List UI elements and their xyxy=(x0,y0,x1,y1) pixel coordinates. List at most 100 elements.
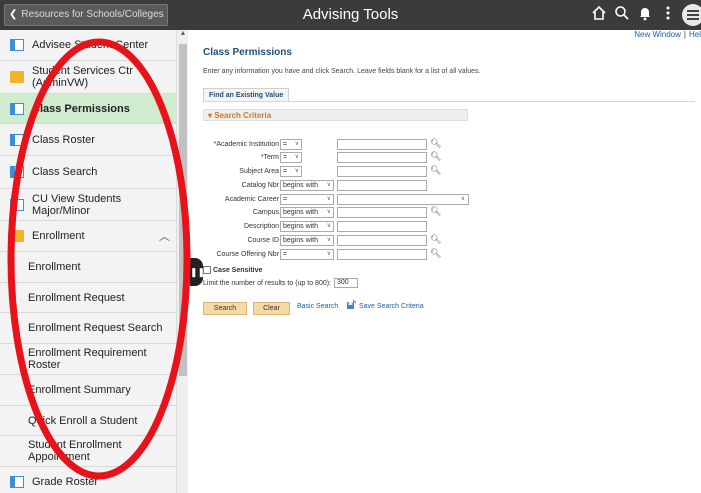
operator-select[interactable]: begins with ∨ xyxy=(280,207,334,218)
criteria-label: Campus xyxy=(252,209,279,216)
case-sensitive-label: Case Sensitive xyxy=(213,266,263,274)
sidebar-item-label: Class Search xyxy=(32,166,98,178)
sidebar-item-class-permissions[interactable]: Class Permissions xyxy=(0,94,176,124)
limit-results-label: Limit the number of results to (up to 80… xyxy=(203,279,332,287)
operator-select[interactable]: begins with ∨ xyxy=(280,221,334,232)
sidebar-item-enrollment-summary[interactable]: Enrollment Summary xyxy=(0,375,176,406)
page-icon xyxy=(10,198,24,211)
page-icon xyxy=(10,102,24,115)
sidebar-item-grade-roster[interactable]: Grade Roster xyxy=(0,467,176,493)
criteria-label: Academic Career xyxy=(224,196,279,203)
help-link[interactable]: Hel xyxy=(689,30,701,39)
course-offering-nbr-input[interactable] xyxy=(337,249,427,260)
collapse-sidebar-button[interactable]: ❚❚ xyxy=(190,258,205,286)
operator-select[interactable]: = ∨ xyxy=(280,139,302,150)
back-button-label: Resources for Schools/Colleges xyxy=(21,9,164,20)
operator-select[interactable]: = ∨ xyxy=(280,152,302,163)
sidebar-item-label: Student Enrollment Appointment xyxy=(28,439,122,463)
case-sensitive-checkbox[interactable] xyxy=(203,266,211,274)
sidebar-item-label: Enrollment Request xyxy=(28,291,125,304)
menu-icon[interactable] xyxy=(682,4,701,26)
lookup-icon[interactable]: 🔍︎ xyxy=(430,206,441,217)
limit-results-row: Limit the number of results to (up to 80… xyxy=(203,278,359,288)
term-input[interactable] xyxy=(337,152,427,163)
academic-institution-input[interactable] xyxy=(337,139,427,150)
operator-select[interactable]: = ∨ xyxy=(280,194,334,205)
header-links: New Window | Hel xyxy=(634,30,701,39)
basic-search-link[interactable]: Basic Search xyxy=(297,303,338,310)
criteria-label: Subject Area xyxy=(239,168,279,175)
operator-select[interactable]: begins with ∨ xyxy=(280,235,334,246)
chevron-left-icon: ❮ xyxy=(9,9,18,20)
sidebar-item-enrollment-request-search[interactable]: Enrollment Request Search xyxy=(0,313,176,344)
lookup-icon[interactable]: 🔍︎ xyxy=(430,234,441,245)
sidebar-item-label: Enrollment Summary xyxy=(28,384,131,396)
sidebar-item-label: Quick Enroll a Student xyxy=(28,414,138,427)
triangle-down-icon: ▾ xyxy=(208,111,213,120)
sidebar-item-label: Enrollment xyxy=(32,230,85,242)
criteria-label: *Term xyxy=(260,154,279,161)
search-criteria-label: Search Criteria xyxy=(214,111,272,120)
page-icon xyxy=(10,475,24,488)
catalog-nbr-input[interactable] xyxy=(337,180,427,191)
sidebar-item-cu-view-students-major-minor[interactable]: CU View Students Major/Minor xyxy=(0,189,176,221)
sidebar-item-student-services-ctr[interactable]: Student Services Ctr (AdminVW) xyxy=(0,61,176,94)
tab-find-existing-value[interactable]: Find an Existing Value xyxy=(203,88,290,102)
sidebar-item-enrollment-requirement-roster[interactable]: Enrollment Requirement Roster xyxy=(0,344,176,375)
subject-area-input[interactable] xyxy=(337,166,427,177)
sidebar-item-class-search[interactable]: Class Search xyxy=(0,156,176,189)
page-icon xyxy=(10,39,24,51)
page-icon xyxy=(10,133,24,146)
lookup-icon[interactable]: 🔍︎ xyxy=(430,248,441,259)
lookup-icon[interactable]: 🔍︎ xyxy=(430,138,441,149)
sidebar-item-enrollment[interactable]: Enrollment xyxy=(0,252,176,283)
instructions-text: Enter any information you have and click… xyxy=(203,68,481,75)
save-search-criteria-link[interactable]: Save Search Criteria xyxy=(359,303,424,310)
bell-icon[interactable] xyxy=(635,5,655,25)
sidebar-item-class-roster[interactable]: Class Roster xyxy=(0,124,176,156)
home-icon[interactable] xyxy=(589,5,609,25)
sidebar-item-student-enrollment-appointment[interactable]: Student Enrollment Appointment xyxy=(0,436,176,467)
criteria-label: Course ID xyxy=(247,237,279,244)
academic-career-select[interactable]: ∨ xyxy=(337,194,469,205)
sidebar-item-quick-enroll[interactable]: Quick Enroll a Student xyxy=(0,406,176,436)
sidebar-item-label: Advisee Student Center xyxy=(32,39,149,51)
top-bar: ❮ Resources for Schools/Colleges Advising… xyxy=(0,0,701,30)
tab-divider xyxy=(203,101,695,102)
operator-select[interactable]: = ∨ xyxy=(280,166,302,177)
sidebar-item-label: Class Permissions xyxy=(32,102,130,115)
new-window-link[interactable]: New Window xyxy=(634,30,681,39)
criteria-label: *Academic Institution xyxy=(213,141,279,148)
folder-icon xyxy=(10,230,24,242)
search-button[interactable]: Search xyxy=(203,302,247,315)
course-id-input[interactable] xyxy=(337,235,427,246)
case-sensitive-option: Case Sensitive xyxy=(203,266,262,274)
lookup-icon[interactable]: 🔍︎ xyxy=(430,151,441,162)
search-criteria-header[interactable]: ▾ Search Criteria xyxy=(203,109,468,121)
sidebar: Advisee Student Center Student Services … xyxy=(0,30,176,493)
criteria-label: Catalog Nbr xyxy=(241,182,279,189)
description-input[interactable] xyxy=(337,221,427,232)
more-vertical-icon[interactable] xyxy=(658,5,678,25)
sidebar-item-label: Enrollment xyxy=(28,261,81,273)
sidebar-scrollbar[interactable]: ▲ xyxy=(176,30,188,493)
sidebar-item-enrollment-request[interactable]: Enrollment Request xyxy=(0,283,176,313)
operator-select[interactable]: begins with ∨ xyxy=(280,180,334,191)
scroll-up-icon[interactable]: ▲ xyxy=(179,30,187,37)
sidebar-item-label: Class Roster xyxy=(32,133,95,146)
operator-select[interactable]: = ∨ xyxy=(280,249,334,260)
sidebar-item-label: Grade Roster xyxy=(32,475,99,488)
clear-button[interactable]: Clear xyxy=(253,302,290,315)
search-icon[interactable] xyxy=(612,5,632,25)
lookup-icon[interactable]: 🔍︎ xyxy=(430,165,441,176)
campus-input[interactable] xyxy=(337,207,427,218)
criteria-label: Course Offering Nbr xyxy=(216,251,279,258)
limit-results-input[interactable]: 300 xyxy=(334,278,359,288)
sidebar-item-label: Enrollment Request Search xyxy=(28,322,163,334)
back-button[interactable]: ❮ Resources for Schools/Colleges xyxy=(4,4,168,26)
sidebar-item-enrollment-folder[interactable]: Enrollment ︿ xyxy=(0,221,176,252)
sidebar-item-advisee-student-center[interactable]: Advisee Student Center xyxy=(0,30,176,61)
page-icon xyxy=(10,166,24,178)
sidebar-item-label: Student Services Ctr (AdminVW) xyxy=(32,65,133,89)
chevron-down-icon: ∨ xyxy=(460,196,465,202)
